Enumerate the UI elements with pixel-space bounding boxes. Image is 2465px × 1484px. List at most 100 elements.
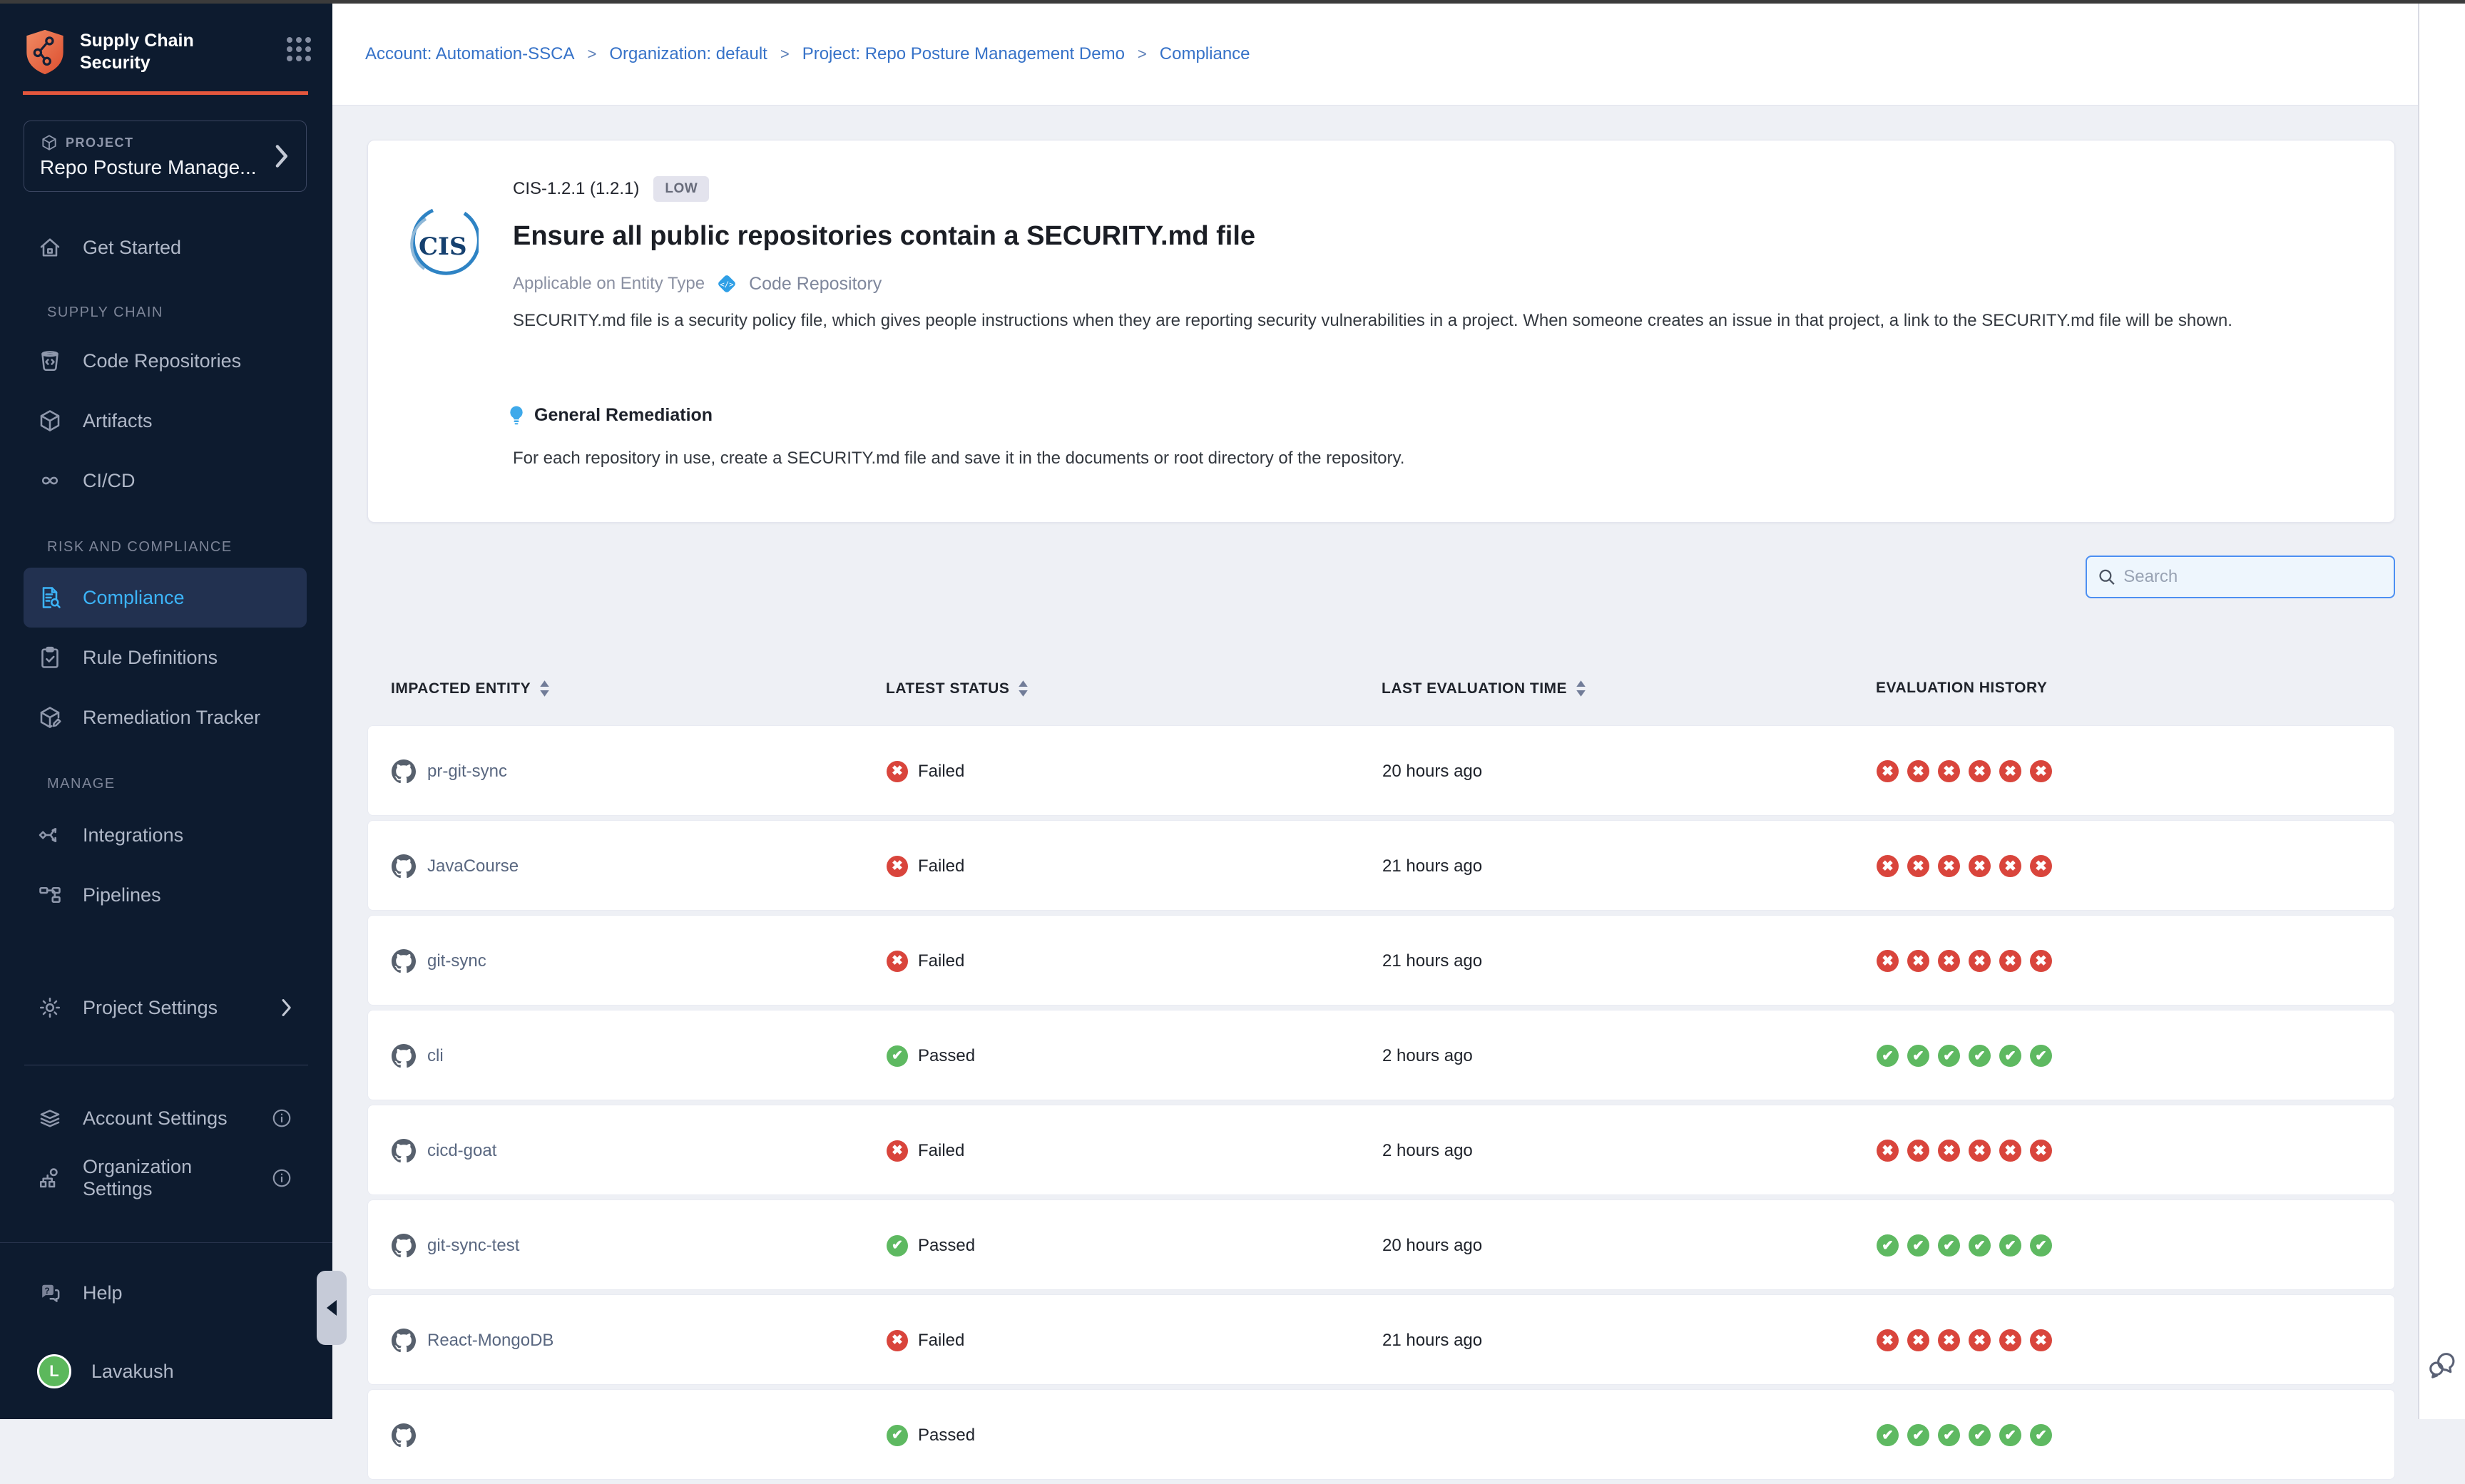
failed-history-icon: ✖ bbox=[1907, 855, 1929, 877]
sidebar-item-label: Rule Definitions bbox=[83, 647, 218, 669]
evaluation-history: ✖✖✖✖✖✖ bbox=[1877, 916, 2052, 1006]
table-row[interactable]: git-sync ✖ Failed 21 hours ago ✖✖✖✖✖✖ bbox=[367, 915, 2395, 1005]
entity-type-label[interactable]: Code Repository bbox=[749, 274, 882, 295]
sidebar-item-compliance[interactable]: Compliance bbox=[24, 568, 307, 628]
sidebar-item-label: Get Started bbox=[83, 237, 181, 259]
sidebar-item-pipelines[interactable]: Pipelines bbox=[24, 865, 307, 925]
failed-history-icon: ✖ bbox=[1877, 760, 1899, 782]
sidebar-item-remediation-tracker[interactable]: Remediation Tracker bbox=[24, 687, 307, 747]
sidebar-item-cicd[interactable]: CI/CD bbox=[24, 451, 307, 511]
failed-history-icon: ✖ bbox=[1969, 760, 1991, 782]
user-menu[interactable]: L Lavakush bbox=[24, 1341, 307, 1401]
column-header-impacted-entity[interactable]: IMPACTED ENTITY bbox=[391, 680, 550, 697]
sidebar-item-rule-definitions[interactable]: Rule Definitions bbox=[24, 628, 307, 687]
failed-history-icon: ✖ bbox=[1938, 760, 1960, 782]
status-label: Passed bbox=[918, 1046, 975, 1066]
failed-history-icon: ✖ bbox=[2030, 855, 2052, 877]
entity-name-link[interactable]: git-sync-test bbox=[427, 1236, 519, 1256]
breadcrumb-account[interactable]: Account: Automation-SSCA bbox=[365, 44, 574, 64]
table-row[interactable]: cicd-goat ✖ Failed 2 hours ago ✖✖✖✖✖✖ bbox=[367, 1105, 2395, 1195]
entity-name-link[interactable]: React-MongoDB bbox=[427, 1331, 553, 1351]
failed-history-icon: ✖ bbox=[1999, 760, 2021, 782]
chevron-right-icon bbox=[272, 144, 290, 168]
entity-name-link[interactable]: pr-git-sync bbox=[427, 762, 507, 782]
support-chat-launcher[interactable] bbox=[2426, 1348, 2459, 1384]
table-row[interactable]: git-sync-test ✔ Passed 20 hours ago ✔✔✔✔… bbox=[367, 1199, 2395, 1290]
status-icon: ✔ bbox=[887, 1235, 908, 1257]
sidebar-item-integrations[interactable]: Integrations bbox=[24, 805, 307, 865]
failed-history-icon: ✖ bbox=[1877, 1329, 1899, 1351]
failed-history-icon: ✖ bbox=[1969, 855, 1991, 877]
evaluation-history: ✖✖✖✖✖✖ bbox=[1877, 726, 2052, 817]
section-header-risk-and-compliance: RISK AND COMPLIANCE bbox=[0, 539, 332, 556]
table-row[interactable]: React-MongoDB ✖ Failed 21 hours ago ✖✖✖✖… bbox=[367, 1294, 2395, 1385]
search-input[interactable] bbox=[2123, 567, 2384, 587]
last-evaluation-time: 2 hours ago bbox=[1382, 1105, 1473, 1196]
github-icon bbox=[392, 949, 416, 973]
last-evaluation-time: 21 hours ago bbox=[1382, 1295, 1482, 1386]
failed-history-icon: ✖ bbox=[1969, 1140, 1991, 1162]
info-icon[interactable] bbox=[271, 1167, 292, 1189]
last-evaluation-time: 2 hours ago bbox=[1382, 1010, 1473, 1101]
passed-history-icon: ✔ bbox=[1999, 1045, 2021, 1067]
entity-name-link[interactable]: cli bbox=[427, 1046, 444, 1066]
failed-history-icon: ✖ bbox=[1969, 950, 1991, 972]
failed-history-icon: ✖ bbox=[1999, 855, 2021, 877]
entity-name-link[interactable]: cicd-goat bbox=[427, 1141, 496, 1161]
project-selector[interactable]: PROJECT Repo Posture Manage... bbox=[24, 121, 307, 192]
last-evaluation-time: 20 hours ago bbox=[1382, 1200, 1482, 1291]
column-header-latest-status[interactable]: LATEST STATUS bbox=[886, 680, 1029, 697]
sidebar-item-artifacts[interactable]: Artifacts bbox=[24, 391, 307, 451]
sidebar-item-organization-settings[interactable]: Organization Settings bbox=[24, 1148, 307, 1208]
passed-history-icon: ✔ bbox=[1907, 1424, 1929, 1446]
entity-name-link[interactable]: git-sync bbox=[427, 951, 486, 971]
status-icon: ✖ bbox=[887, 1330, 908, 1351]
evaluation-history: ✖✖✖✖✖✖ bbox=[1877, 1295, 2052, 1386]
sort-icon bbox=[1576, 680, 1586, 697]
sidebar-item-account-settings[interactable]: Account Settings bbox=[24, 1088, 307, 1148]
main-area: Account: Automation-SSCA > Organization:… bbox=[332, 4, 2418, 1419]
sidebar-item-get-started[interactable]: Get Started bbox=[24, 218, 307, 277]
failed-history-icon: ✖ bbox=[1938, 855, 1960, 877]
failed-history-icon: ✖ bbox=[1938, 950, 1960, 972]
entity-name-link[interactable]: JavaCourse bbox=[427, 856, 519, 876]
sidebar-item-project-settings[interactable]: Project Settings bbox=[24, 978, 307, 1038]
organization-settings-icon bbox=[37, 1165, 63, 1191]
right-utility-strip bbox=[2418, 4, 2465, 1419]
remediation-title: General Remediation bbox=[534, 405, 713, 426]
table-row[interactable]: cli ✔ Passed 2 hours ago ✔✔✔✔✔✔ bbox=[367, 1010, 2395, 1100]
svg-text:?: ? bbox=[44, 1286, 49, 1296]
breadcrumb-compliance[interactable]: Compliance bbox=[1160, 44, 1250, 64]
status-icon: ✔ bbox=[887, 1045, 908, 1067]
svg-text:</>: </> bbox=[720, 280, 733, 289]
applicable-label: Applicable on Entity Type bbox=[513, 274, 705, 294]
passed-history-icon: ✔ bbox=[1877, 1234, 1899, 1257]
status-label: Failed bbox=[918, 951, 964, 971]
module-switcher-icon[interactable] bbox=[287, 37, 311, 61]
status-icon: ✔ bbox=[887, 1425, 908, 1446]
breadcrumb-organization[interactable]: Organization: default bbox=[609, 44, 767, 64]
breadcrumb-project[interactable]: Project: Repo Posture Management Demo bbox=[802, 44, 1125, 64]
sidebar-item-code-repositories[interactable]: Code Repositories bbox=[24, 331, 307, 391]
failed-history-icon: ✖ bbox=[1907, 760, 1929, 782]
failed-history-icon: ✖ bbox=[1938, 1140, 1960, 1162]
sort-icon bbox=[1018, 680, 1029, 697]
last-evaluation-time: 21 hours ago bbox=[1382, 916, 1482, 1006]
passed-history-icon: ✔ bbox=[1969, 1424, 1991, 1446]
table-row[interactable]: pr-git-sync ✖ Failed 20 hours ago ✖✖✖✖✖✖ bbox=[367, 725, 2395, 816]
table-row[interactable]: ✔ Passed ✔✔✔✔✔✔ bbox=[367, 1389, 2395, 1480]
info-icon[interactable] bbox=[271, 1107, 292, 1129]
status-label: Passed bbox=[918, 1236, 975, 1256]
sidebar-collapse-handle[interactable] bbox=[317, 1271, 347, 1345]
breadcrumb-separator-icon: > bbox=[1138, 45, 1147, 63]
search-icon bbox=[2097, 566, 2116, 588]
failed-history-icon: ✖ bbox=[1969, 1329, 1991, 1351]
home-icon bbox=[37, 235, 63, 260]
column-header-last-evaluation-time[interactable]: LAST EVALUATION TIME bbox=[1382, 680, 1586, 697]
lightbulb-icon bbox=[506, 404, 527, 426]
table-row[interactable]: JavaCourse ✖ Failed 21 hours ago ✖✖✖✖✖✖ bbox=[367, 820, 2395, 911]
evaluation-history: ✖✖✖✖✖✖ bbox=[1877, 1105, 2052, 1196]
passed-history-icon: ✔ bbox=[1877, 1045, 1899, 1067]
sidebar-item-help[interactable]: ? Help bbox=[24, 1263, 307, 1323]
section-header-supply-chain: SUPPLY CHAIN bbox=[0, 305, 332, 321]
